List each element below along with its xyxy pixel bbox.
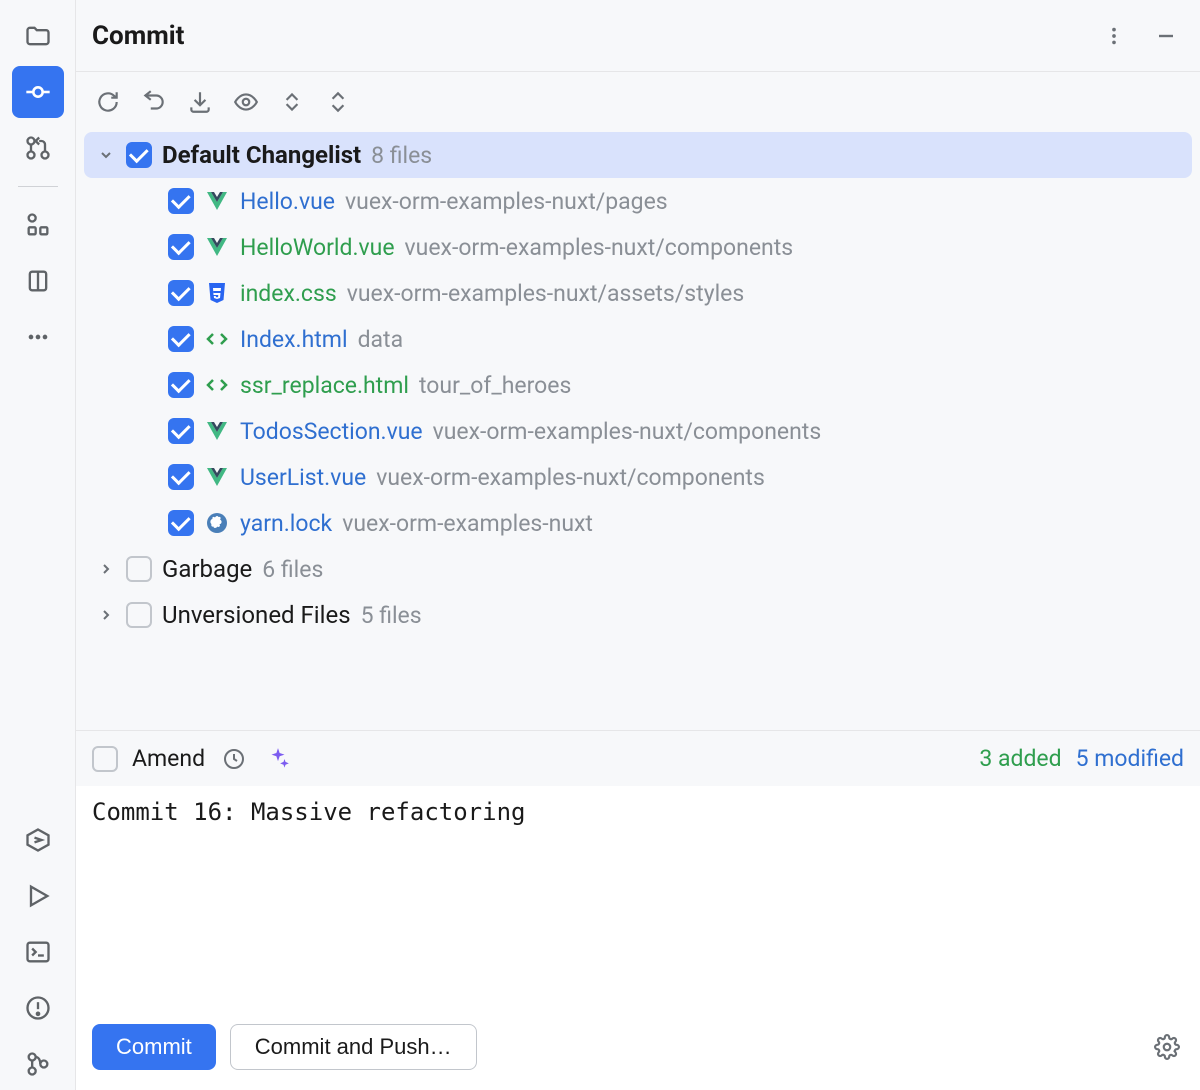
- vue-file-icon: [204, 464, 230, 490]
- file-path: vuex-orm-examples-nuxt: [342, 510, 593, 537]
- file-checkbox[interactable]: [168, 280, 194, 306]
- changelist-checkbox[interactable]: [126, 602, 152, 628]
- file-name: Hello.vue: [240, 188, 335, 215]
- changelist-count: 6 files: [262, 556, 323, 583]
- status-modified: 5 modified: [1076, 745, 1184, 772]
- changelist-label: Default Changelist: [162, 141, 361, 169]
- pull-requests-tool-button[interactable]: [12, 122, 64, 174]
- refresh-button[interactable]: [88, 82, 128, 122]
- yarn-file-icon: [204, 510, 230, 536]
- file-name: Index.html: [240, 326, 348, 353]
- amend-checkbox[interactable]: [92, 746, 118, 772]
- commit-and-push-button[interactable]: Commit and Push…: [230, 1024, 477, 1070]
- footer: Commit Commit and Push…: [76, 1012, 1200, 1090]
- file-checkbox[interactable]: [168, 510, 194, 536]
- html-file-icon: [204, 372, 230, 398]
- left-tool-rail: [0, 0, 76, 1090]
- file-checkbox[interactable]: [168, 188, 194, 214]
- commit-message-input[interactable]: [92, 798, 1184, 994]
- file-checkbox[interactable]: [168, 418, 194, 444]
- file-path: vuex-orm-examples-nuxt/components: [376, 464, 765, 491]
- problems-tool-button[interactable]: [12, 982, 64, 1034]
- changelist-count: 5 files: [361, 602, 422, 629]
- commit-button[interactable]: Commit: [92, 1024, 216, 1070]
- changelist-checkbox[interactable]: [126, 142, 152, 168]
- file-name: TodosSection.vue: [240, 418, 423, 445]
- main-panel: Commit: [76, 0, 1200, 1090]
- panel-title: Commit: [92, 21, 1096, 51]
- file-checkbox[interactable]: [168, 464, 194, 490]
- file-row[interactable]: Index.html data: [84, 316, 1192, 362]
- file-path: vuex-orm-examples-nuxt/components: [405, 234, 794, 261]
- file-checkbox[interactable]: [168, 372, 194, 398]
- file-checkbox[interactable]: [168, 326, 194, 352]
- file-name: index.css: [240, 280, 337, 307]
- vcs-tool-button[interactable]: [12, 1038, 64, 1090]
- bookmarks-tool-button[interactable]: [12, 255, 64, 307]
- options-menu-button[interactable]: [1096, 18, 1132, 54]
- history-icon[interactable]: [219, 744, 249, 774]
- changelist-count: 8 files: [371, 142, 432, 169]
- changelist-label: Garbage: [162, 555, 252, 583]
- unversioned-files[interactable]: Unversioned Files 5 files: [84, 592, 1192, 638]
- css-file-icon: [204, 280, 230, 306]
- panel-header: Commit: [76, 0, 1200, 72]
- status-added: 3 added: [979, 745, 1061, 772]
- minimize-panel-button[interactable]: [1148, 18, 1184, 54]
- project-tool-button[interactable]: [12, 10, 64, 62]
- changelist-label: Unversioned Files: [162, 601, 351, 629]
- vue-file-icon: [204, 188, 230, 214]
- chevron-down-icon[interactable]: [96, 145, 116, 165]
- file-row[interactable]: yarn.lock vuex-orm-examples-nuxt: [84, 500, 1192, 546]
- changelist-default[interactable]: Default Changelist 8 files: [84, 132, 1192, 178]
- rail-divider: [18, 186, 58, 187]
- build-tool-button[interactable]: [12, 814, 64, 866]
- amend-label: Amend: [132, 745, 205, 772]
- html-file-icon: [204, 326, 230, 352]
- file-path: tour_of_heroes: [419, 372, 571, 399]
- file-name: ssr_replace.html: [240, 372, 409, 399]
- file-row[interactable]: Hello.vue vuex-orm-examples-nuxt/pages: [84, 178, 1192, 224]
- file-name: yarn.lock: [240, 510, 332, 537]
- commit-tool-button[interactable]: [12, 66, 64, 118]
- file-path: vuex-orm-examples-nuxt/assets/styles: [347, 280, 745, 307]
- group-button[interactable]: [318, 82, 358, 122]
- terminal-tool-button[interactable]: [12, 926, 64, 978]
- file-row[interactable]: index.css vuex-orm-examples-nuxt/assets/s…: [84, 270, 1192, 316]
- file-row[interactable]: ssr_replace.html tour_of_heroes: [84, 362, 1192, 408]
- more-tools-button[interactable]: [12, 311, 64, 363]
- changes-toolbar: [76, 72, 1200, 132]
- file-path: vuex-orm-examples-nuxt/pages: [345, 188, 668, 215]
- settings-button[interactable]: [1150, 1030, 1184, 1064]
- file-path: data: [358, 326, 404, 353]
- shelve-button[interactable]: [180, 82, 220, 122]
- changelist-button[interactable]: [272, 82, 312, 122]
- chevron-right-icon[interactable]: [96, 605, 116, 625]
- file-row[interactable]: HelloWorld.vue vuex-orm-examples-nuxt/com…: [84, 224, 1192, 270]
- rollback-button[interactable]: [134, 82, 174, 122]
- chevron-right-icon[interactable]: [96, 559, 116, 579]
- file-row[interactable]: TodosSection.vue vuex-orm-examples-nuxt/c…: [84, 408, 1192, 454]
- diff-button[interactable]: [226, 82, 266, 122]
- run-tool-button[interactable]: [12, 870, 64, 922]
- commit-message-area: [76, 786, 1200, 1012]
- ai-sparkle-icon[interactable]: [263, 744, 293, 774]
- vue-file-icon: [204, 234, 230, 260]
- file-checkbox[interactable]: [168, 234, 194, 260]
- structure-tool-button[interactable]: [12, 199, 64, 251]
- amend-bar: Amend 3 added 5 modified: [76, 730, 1200, 786]
- file-name: UserList.vue: [240, 464, 366, 491]
- file-path: vuex-orm-examples-nuxt/components: [433, 418, 822, 445]
- changelist-garbage[interactable]: Garbage 6 files: [84, 546, 1192, 592]
- vue-file-icon: [204, 418, 230, 444]
- changelist-checkbox[interactable]: [126, 556, 152, 582]
- changes-tree[interactable]: Default Changelist 8 files Hello.vue vuex…: [76, 132, 1200, 730]
- file-row[interactable]: UserList.vue vuex-orm-examples-nuxt/compo…: [84, 454, 1192, 500]
- file-name: HelloWorld.vue: [240, 234, 395, 261]
